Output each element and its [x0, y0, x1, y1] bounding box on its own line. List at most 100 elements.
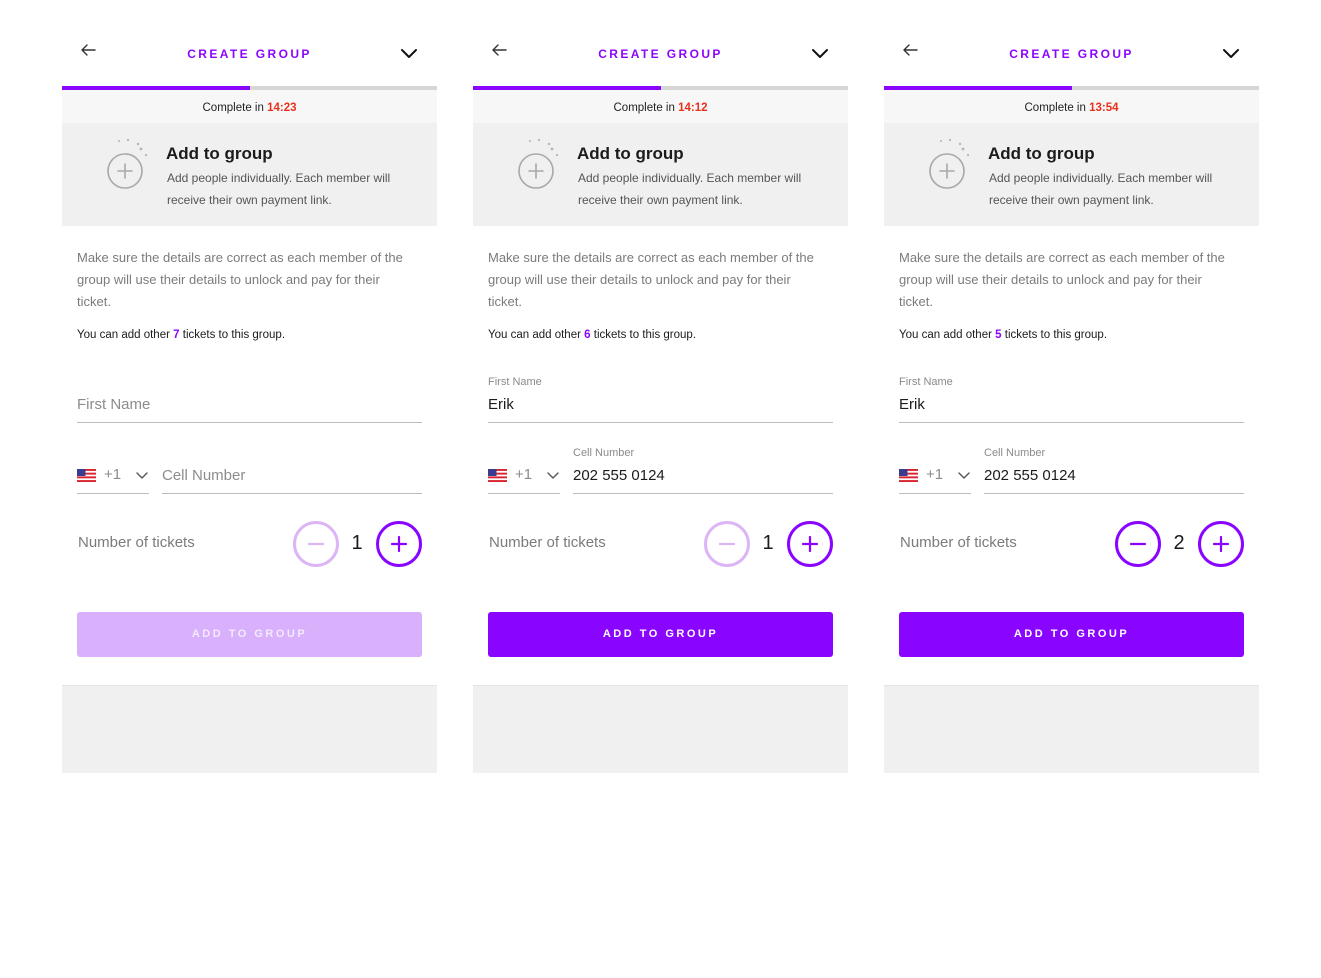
plus-icon: [801, 535, 819, 553]
chevron-down-icon[interactable]: [399, 44, 419, 64]
ticket-count: 2: [1173, 532, 1185, 554]
country-code: +1: [515, 466, 533, 483]
chevron-down-icon: [547, 472, 559, 479]
us-flag-icon: [899, 469, 918, 482]
add-person-circle-icon: [518, 138, 559, 189]
remaining-prefix: You can add other: [77, 329, 170, 341]
footer-area: [884, 685, 1259, 773]
first-name-field[interactable]: First Name: [77, 372, 422, 423]
decrease-tickets-button[interactable]: [704, 521, 750, 567]
page-title: CREATE GROUP: [1009, 47, 1134, 61]
cell-number-field[interactable]: Cell Number 202 555 0124: [984, 443, 1244, 494]
cell-number-value: 202 555 0124: [573, 467, 665, 484]
us-flag-icon: [77, 469, 96, 482]
cell-number-label: Cell Number: [573, 447, 635, 459]
remaining-tickets-text: You can add other 6 tickets to this grou…: [488, 329, 696, 341]
remaining-tickets-text: You can add other 7 tickets to this grou…: [77, 329, 285, 341]
timer-prefix: Complete in: [1024, 102, 1086, 114]
chevron-down-icon: [958, 472, 970, 479]
create-group-screen: CREATE GROUP Complete in 14:12 Add to gr…: [473, 0, 848, 773]
cell-number-field[interactable]: Cell Number: [162, 443, 422, 494]
chevron-down-icon: [136, 472, 148, 479]
first-name-value: Erik: [899, 396, 925, 413]
remaining-tickets-text: You can add other 5 tickets to this grou…: [899, 329, 1107, 341]
info-description: Add people individually. Each member wil…: [989, 171, 1213, 207]
tickets-label: Number of tickets: [900, 534, 1017, 551]
remaining-count: 5: [995, 329, 1002, 341]
country-code: +1: [926, 466, 944, 483]
add-person-circle-icon: [107, 138, 148, 189]
info-box: Add to group Add people individually. Ea…: [473, 123, 848, 226]
cell-number-value: 202 555 0124: [984, 467, 1076, 484]
country-code-select[interactable]: +1: [77, 458, 149, 494]
first-name-label: First Name: [488, 376, 542, 388]
cell-number-label: Cell Number: [984, 447, 1046, 459]
country-code-select[interactable]: +1: [899, 458, 971, 494]
instructions-text: Make sure the details are correct as eac…: [488, 250, 814, 309]
remaining-prefix: You can add other: [899, 329, 992, 341]
add-to-group-button[interactable]: ADD TO GROUP: [899, 612, 1244, 657]
create-group-screen: CREATE GROUP Complete in 13:54 Add to gr…: [884, 0, 1259, 773]
remaining-count: 6: [584, 329, 591, 341]
increase-tickets-button[interactable]: [787, 521, 833, 567]
header: CREATE GROUP: [884, 0, 1259, 86]
footer-area: [62, 685, 437, 773]
minus-icon: [307, 542, 325, 546]
timer-value: 14:12: [678, 102, 708, 114]
chevron-down-icon[interactable]: [1221, 44, 1241, 64]
plus-icon: [390, 535, 408, 553]
remaining-suffix: tickets to this group.: [182, 329, 286, 341]
timer-bar: Complete in 14:23: [62, 90, 437, 123]
increase-tickets-button[interactable]: [376, 521, 422, 567]
timer-prefix: Complete in: [613, 102, 675, 114]
minus-icon: [718, 542, 736, 546]
remaining-prefix: You can add other: [488, 329, 581, 341]
chevron-down-icon[interactable]: [810, 44, 830, 64]
info-title: Add to group: [166, 144, 273, 163]
add-person-circle-icon: [929, 138, 970, 189]
minus-icon: [1129, 542, 1147, 546]
timer-value: 13:54: [1089, 102, 1119, 114]
info-title: Add to group: [577, 144, 684, 163]
first-name-field[interactable]: First Name Erik: [488, 372, 833, 423]
remaining-suffix: tickets to this group.: [1004, 329, 1108, 341]
info-description: Add people individually. Each member wil…: [578, 171, 802, 207]
timer-bar: Complete in 13:54: [884, 90, 1259, 123]
first-name-placeholder: First Name: [77, 396, 151, 413]
ticket-count: 1: [351, 532, 363, 554]
timer-value: 14:23: [267, 102, 297, 114]
tickets-label: Number of tickets: [489, 534, 606, 551]
remaining-suffix: tickets to this group.: [593, 329, 697, 341]
cell-number-field[interactable]: Cell Number 202 555 0124: [573, 443, 833, 494]
instructions-text: Make sure the details are correct as eac…: [899, 250, 1225, 309]
first-name-label: First Name: [899, 376, 953, 388]
decrease-tickets-button[interactable]: [1115, 521, 1161, 567]
timer-prefix: Complete in: [202, 102, 264, 114]
country-code-select[interactable]: +1: [488, 458, 560, 494]
info-box: Add to group Add people individually. Ea…: [62, 123, 437, 226]
first-name-field[interactable]: First Name Erik: [899, 372, 1244, 423]
remaining-count: 7: [173, 329, 180, 341]
create-group-screen: CREATE GROUP Complete in 14:23 Add to gr…: [62, 0, 437, 773]
info-description: Add people individually. Each member wil…: [167, 171, 391, 207]
footer-area: [473, 685, 848, 773]
tickets-label: Number of tickets: [78, 534, 195, 551]
timer-bar: Complete in 14:12: [473, 90, 848, 123]
page-title: CREATE GROUP: [598, 47, 723, 61]
ticket-count: 1: [762, 532, 774, 554]
info-title: Add to group: [988, 144, 1095, 163]
first-name-value: Erik: [488, 396, 514, 413]
add-to-group-button[interactable]: ADD TO GROUP: [77, 612, 422, 657]
increase-tickets-button[interactable]: [1198, 521, 1244, 567]
plus-icon: [1212, 535, 1230, 553]
header: CREATE GROUP: [473, 0, 848, 86]
info-box: Add to group Add people individually. Ea…: [884, 123, 1259, 226]
add-to-group-button[interactable]: ADD TO GROUP: [488, 612, 833, 657]
page-title: CREATE GROUP: [187, 47, 312, 61]
decrease-tickets-button[interactable]: [293, 521, 339, 567]
us-flag-icon: [488, 469, 507, 482]
cell-number-placeholder: Cell Number: [162, 467, 246, 484]
instructions-text: Make sure the details are correct as eac…: [77, 250, 403, 309]
country-code: +1: [104, 466, 122, 483]
header: CREATE GROUP: [62, 0, 437, 86]
